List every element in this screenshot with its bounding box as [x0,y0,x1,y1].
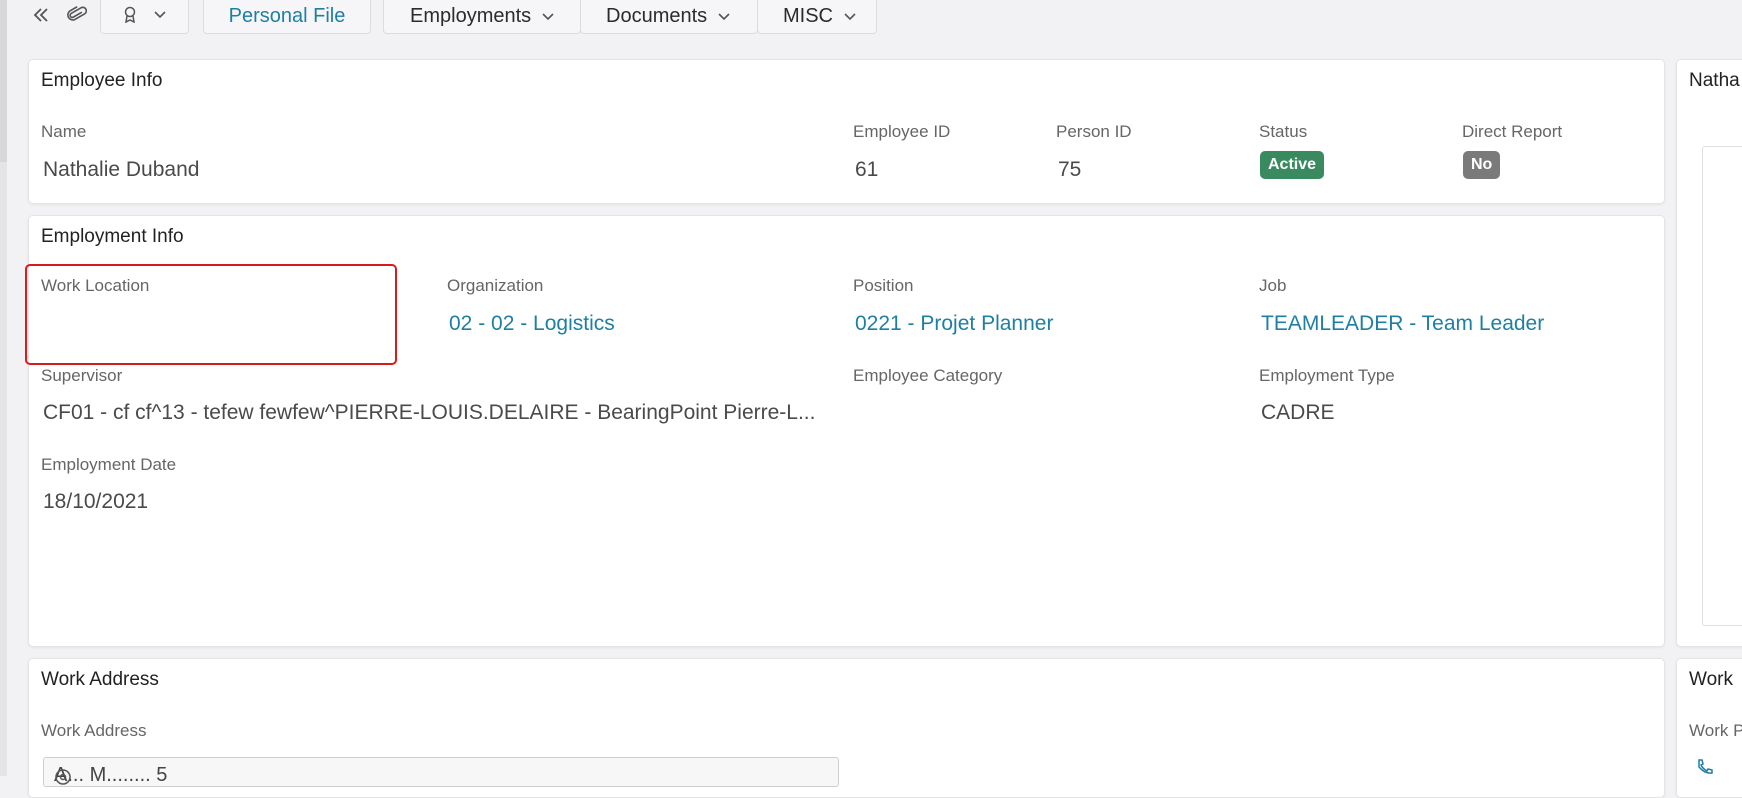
employee-info-card: Employee Info Name Nathalie Duband Emplo… [28,59,1665,204]
position-link[interactable]: 0221 - Projet Planner [855,312,1053,336]
tab-personal-file-label: Personal File [228,4,346,27]
phone-icon[interactable] [1695,757,1715,782]
work-address-label: Work Address [41,721,147,740]
tab-misc-label: MISC [783,4,833,27]
profile-photo-frame [1702,146,1742,626]
person-id-label: Person ID [1056,122,1132,141]
employee-id-label: Employee ID [853,122,951,141]
tab-misc[interactable]: MISC [757,0,877,34]
job-link[interactable]: TEAMLEADER - Team Leader [1261,312,1544,336]
side-work-card: Work Work P [1676,658,1742,798]
tab-employments[interactable]: Employments [383,0,581,34]
award-icon [121,5,139,28]
supervisor-label: Supervisor [41,366,123,385]
badge-menu-button[interactable] [100,0,189,34]
top-toolbar: Personal File Employments Documents MISC [0,0,1742,36]
status-label: Status [1259,122,1308,141]
job-label: Job [1259,276,1287,295]
side-profile-title: Natha [1689,70,1740,91]
left-edge-strip [0,0,7,776]
employment-date-value: 18/10/2021 [43,490,149,513]
tab-documents-label: Documents [606,4,708,27]
double-chevron-left-icon[interactable] [29,2,53,28]
chevron-down-icon [843,5,857,28]
employee-info-title: Employee Info [41,70,163,91]
tab-documents[interactable]: Documents [580,0,758,34]
tab-employments-label: Employments [410,4,532,27]
direct-report-badge: No [1463,151,1501,179]
side-profile-card: Natha [1676,59,1742,647]
position-label: Position [853,276,914,295]
chevron-down-icon [717,5,731,28]
employment-type-label: Employment Type [1259,366,1395,385]
side-work-p-label: Work P [1689,721,1742,740]
supervisor-value: CF01 - cf cf^13 - tefew fewfew^PIERRE-LO… [43,401,816,424]
direct-report-label: Direct Report [1462,122,1563,141]
location-pin-icon[interactable] [54,768,826,792]
organization-link[interactable]: 02 - 02 - Logistics [449,312,615,336]
chevron-down-icon [153,7,167,25]
employment-info-title: Employment Info [41,226,184,247]
employment-date-label: Employment Date [41,455,177,474]
paperclip-icon[interactable] [65,2,89,28]
work-address-input[interactable]: A... M........ 5 [43,757,839,787]
side-work-title: Work [1689,669,1733,690]
employment-type-value: CADRE [1261,401,1335,424]
work-location-highlight [25,264,397,365]
person-id-value: 75 [1058,158,1082,181]
chevron-down-icon [541,5,555,28]
work-address-title: Work Address [41,669,159,690]
organization-label: Organization [447,276,544,295]
employee-id-value: 61 [855,158,879,181]
employee-category-label: Employee Category [853,366,1003,385]
tab-personal-file[interactable]: Personal File [203,0,371,34]
name-value: Nathalie Duband [43,158,200,181]
status-badge: Active [1260,151,1325,179]
name-label: Name [41,122,87,141]
